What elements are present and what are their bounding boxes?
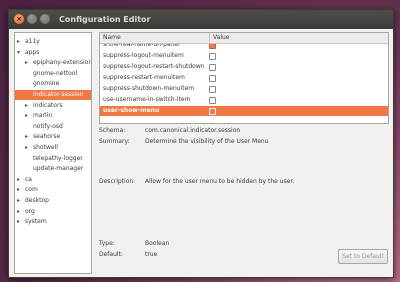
- column-header-name[interactable]: Name: [100, 33, 209, 44]
- key-table[interactable]: show-real-name-on-panel suppress-logout-m…: [99, 32, 389, 124]
- tree-item-label: a11y: [25, 38, 40, 45]
- tree-item-label: indicators: [33, 101, 63, 109]
- maximize-window-button[interactable]: [40, 14, 50, 24]
- tree-item-label: org: [25, 207, 35, 215]
- type-row: Type: Boolean: [99, 240, 299, 250]
- tree-item-label: com: [25, 186, 38, 194]
- key-name: suppress-shutdown-menuitem: [103, 85, 195, 92]
- minimize-window-button[interactable]: [27, 14, 37, 24]
- tree-item[interactable]: ▸ a11y: [15, 37, 91, 47]
- tree-item-label: gnome-nettool: [33, 69, 78, 77]
- key-name: suppress-logout-restart-shutdown: [103, 63, 205, 70]
- collapsed-arrow-icon[interactable]: ▸: [25, 143, 28, 153]
- key-row[interactable]: suppress-restart-menuitem: [100, 73, 388, 83]
- tree-item-label: system: [25, 218, 47, 226]
- value-checkbox[interactable]: [209, 108, 216, 115]
- tree-item[interactable]: ▸ shotwell: [15, 143, 91, 153]
- tree-item-label: seahorse: [33, 133, 61, 141]
- schema-label: Schema:: [99, 127, 126, 134]
- value-checkbox[interactable]: [209, 75, 216, 82]
- tree-item-label: gnomine: [33, 80, 60, 88]
- collapsed-arrow-icon[interactable]: ▸: [25, 132, 28, 142]
- default-value: true: [145, 251, 158, 258]
- tree-item-label: update-manager: [33, 165, 84, 173]
- schema-value: com.canonical.indicator.session: [145, 127, 241, 134]
- default-label: Default:: [99, 251, 123, 258]
- collapsed-arrow-icon[interactable]: ▸: [17, 37, 20, 47]
- schema-tree[interactable]: ▸ a11y ▾ apps ▸ epiphany-extensions gnome-nett…: [14, 32, 92, 274]
- close-icon: ×: [16, 15, 22, 23]
- summary-label: Summary:: [99, 138, 130, 145]
- configuration-editor-window: × Configuration Editor ▸ a11y ▾ apps ▸ epipha…: [8, 9, 394, 278]
- value-checkbox[interactable]: [209, 86, 216, 93]
- description-value: Allow for the user menu to be hidden by …: [145, 178, 295, 185]
- key-name: user-show-menu: [103, 107, 160, 114]
- tree-item[interactable]: gnomine: [15, 79, 91, 89]
- key-row[interactable]: suppress-shutdown-menuitem: [100, 84, 388, 94]
- collapsed-arrow-icon[interactable]: ▸: [17, 175, 20, 185]
- collapsed-arrow-icon[interactable]: ▸: [25, 111, 28, 121]
- collapsed-arrow-icon[interactable]: ▸: [25, 58, 28, 68]
- value-checkbox[interactable]: [209, 97, 216, 104]
- key-name: suppress-restart-menuitem: [103, 74, 185, 81]
- tree-item[interactable]: ▸ seahorse: [15, 132, 91, 142]
- titlebar[interactable]: × Configuration Editor: [9, 10, 393, 29]
- tree-item-label: telepathy-logger: [33, 154, 83, 162]
- tree-item[interactable]: ▸ desktop: [15, 196, 91, 206]
- tree-item[interactable]: gnome-nettool: [15, 69, 91, 79]
- collapsed-arrow-icon[interactable]: ▸: [17, 196, 20, 206]
- key-row[interactable]: use-username-in-switch-item: [100, 95, 388, 105]
- tree-item[interactable]: ▸ org: [15, 207, 91, 217]
- tree-item[interactable]: notify-osd: [15, 122, 91, 132]
- summary-row: Summary: Determine the visibility of the…: [99, 138, 389, 148]
- tree-item[interactable]: ▸ epiphany-extensions: [15, 58, 91, 68]
- tree-item-label: indicator-session: [33, 91, 84, 98]
- tree-item[interactable]: update-manager: [15, 164, 91, 174]
- tree-item-label: ca: [25, 175, 32, 183]
- tree-item-label: epiphany-extensions: [33, 59, 92, 67]
- key-row[interactable]: suppress-logout-restart-shutdown: [100, 62, 388, 72]
- key-row[interactable]: suppress-logout-menuitem: [100, 51, 388, 61]
- tree-item-label: notify-osd: [33, 122, 63, 130]
- tree-item-label: marlin: [33, 112, 53, 120]
- value-checkbox[interactable]: [209, 64, 216, 71]
- type-value: Boolean: [145, 240, 170, 247]
- window-title: Configuration Editor: [59, 15, 151, 24]
- value-checkbox[interactable]: [209, 53, 216, 60]
- key-name: use-username-in-switch-item: [103, 96, 191, 103]
- collapsed-arrow-icon[interactable]: ▸: [17, 207, 20, 217]
- type-label: Type:: [99, 240, 115, 247]
- key-name: suppress-logout-menuitem: [103, 52, 184, 59]
- tree-item[interactable]: ▾ apps: [15, 48, 91, 58]
- tree-item-label: desktop: [25, 197, 49, 204]
- tree-item-label: shotwell: [33, 144, 58, 151]
- set-to-default-button[interactable]: Set to Default: [338, 249, 388, 264]
- schema-row: Schema: com.canonical.indicator.session: [99, 127, 389, 137]
- key-row[interactable]: user-show-menu: [100, 106, 388, 116]
- tree-item[interactable]: ▸ system: [15, 217, 91, 227]
- tree-item[interactable]: ▸ indicators: [15, 101, 91, 111]
- collapsed-arrow-icon[interactable]: ▸: [25, 101, 28, 111]
- column-header-value[interactable]: Value: [209, 33, 388, 44]
- default-row: Default: true: [99, 251, 299, 261]
- tree-item[interactable]: ▸ ca: [15, 175, 91, 185]
- collapsed-arrow-icon[interactable]: ▸: [17, 185, 20, 195]
- tree-item[interactable]: indicator-session: [15, 90, 91, 100]
- summary-value: Determine the visibility of the User Men…: [145, 138, 269, 145]
- collapsed-arrow-icon[interactable]: ▸: [17, 217, 20, 227]
- description-row: Description: Allow for the user menu to …: [99, 178, 389, 188]
- expanded-arrow-icon[interactable]: ▾: [17, 48, 20, 58]
- tree-item-label: apps: [25, 48, 40, 56]
- tree-item[interactable]: ▸ com: [15, 185, 91, 195]
- description-label: Description:: [99, 178, 136, 185]
- tree-item[interactable]: telepathy-logger: [15, 154, 91, 164]
- close-window-button[interactable]: ×: [14, 14, 24, 24]
- tree-item[interactable]: ▸ marlin: [15, 111, 91, 121]
